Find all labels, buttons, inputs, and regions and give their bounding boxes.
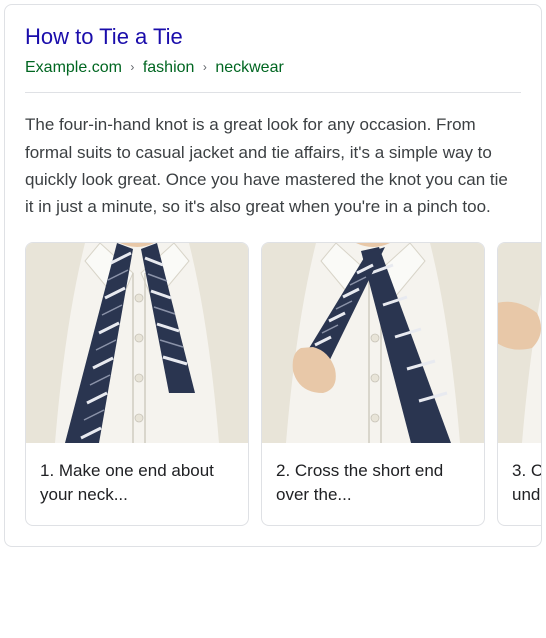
step-card[interactable]: 1. Make one end about your neck... <box>25 242 249 526</box>
step-label: 1. Make one end about your neck... <box>26 443 248 525</box>
how-to-result-card: How to Tie a Tie Example.com › fashion ›… <box>4 4 542 547</box>
breadcrumb: Example.com › fashion › neckwear <box>25 58 521 79</box>
step-card[interactable]: 2. Cross the short end over the... <box>261 242 485 526</box>
step-label: 2. Cross the short end over the... <box>262 443 484 525</box>
steps-carousel[interactable]: 1. Make one end about your neck... <box>5 242 541 526</box>
result-header: How to Tie a Tie Example.com › fashion ›… <box>5 23 541 78</box>
breadcrumb-path: neckwear <box>215 59 283 76</box>
breadcrumb-site: Example.com <box>25 59 122 76</box>
result-description: The four-in-hand knot is a great look fo… <box>5 111 541 220</box>
breadcrumb-path: fashion <box>143 59 195 76</box>
breadcrumb-separator: › <box>130 60 134 74</box>
divider <box>25 92 521 93</box>
step-image <box>262 243 484 443</box>
step-label: 3. Cross the long end under your b <box>498 443 541 525</box>
step-card[interactable]: 3. Cross the long end under your b <box>497 242 541 526</box>
breadcrumb-separator: › <box>203 60 207 74</box>
result-title-link[interactable]: How to Tie a Tie <box>25 23 521 52</box>
step-image <box>26 243 248 443</box>
step-image <box>498 243 541 443</box>
